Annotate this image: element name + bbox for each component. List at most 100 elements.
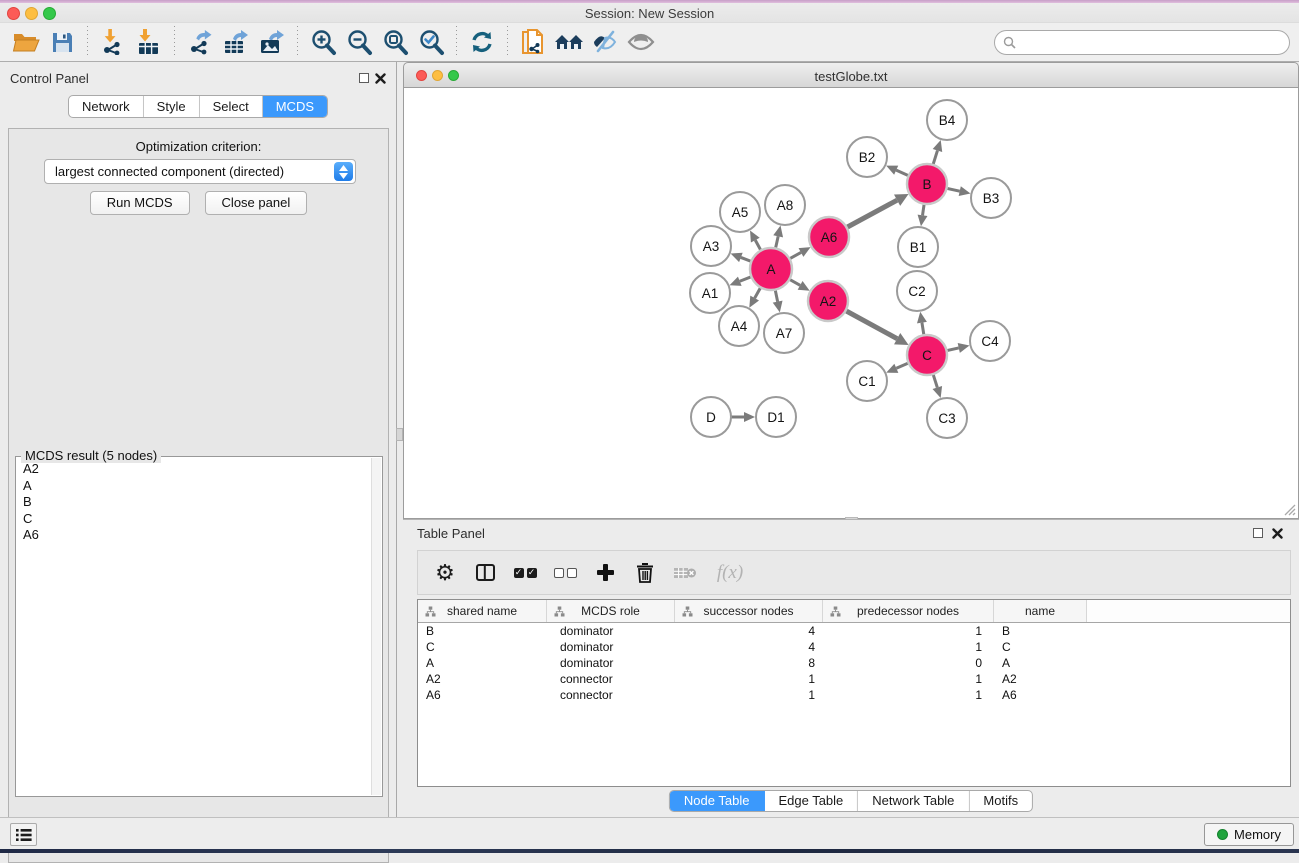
table-cell[interactable]: 1 xyxy=(675,671,823,687)
tab-edge-table[interactable]: Edge Table xyxy=(764,791,858,811)
result-scrollbar[interactable] xyxy=(371,458,381,795)
table-cell[interactable]: A6 xyxy=(418,687,547,703)
export-network-button[interactable] xyxy=(182,25,218,59)
table-cell[interactable]: 1 xyxy=(823,639,994,655)
mcds-result-item[interactable]: A2 xyxy=(18,461,370,478)
import-table-button[interactable] xyxy=(131,25,167,59)
column-header-successor-nodes[interactable]: successor nodes xyxy=(675,600,823,622)
show-columns-button[interactable] xyxy=(473,561,497,585)
criterion-dropdown[interactable]: largest connected component (directed) xyxy=(44,159,356,184)
table-cell[interactable]: C xyxy=(418,639,547,655)
table-row[interactable]: Cdominator41C xyxy=(418,639,1290,655)
table-cell[interactable]: 1 xyxy=(675,687,823,703)
network-canvas[interactable]: B4B2BB3A5A8A6B1A3AC2A1A2A4A7C4CC1C3DD1 xyxy=(403,88,1299,519)
table-cell[interactable]: 1 xyxy=(823,671,994,687)
graph-node-A7[interactable]: A7 xyxy=(764,313,804,353)
deselect-all-button[interactable] xyxy=(553,561,577,585)
graph-node-A6[interactable]: A6 xyxy=(809,217,849,257)
select-all-button[interactable]: ✓✓ xyxy=(513,561,537,585)
vertical-splitter-handle[interactable] xyxy=(396,428,403,441)
table-cell[interactable]: C xyxy=(994,639,1087,655)
table-cell[interactable]: 8 xyxy=(675,655,823,671)
column-header-name[interactable]: name xyxy=(994,600,1087,622)
mcds-result-item[interactable]: B xyxy=(18,494,370,511)
graph-node-D1[interactable]: D1 xyxy=(756,397,796,437)
table-cell[interactable]: A2 xyxy=(994,671,1087,687)
table-cell[interactable]: B xyxy=(994,623,1087,639)
table-row[interactable]: Adominator80A xyxy=(418,655,1290,671)
mcds-result-item[interactable]: A xyxy=(18,478,370,495)
float-panel-icon[interactable] xyxy=(359,73,369,83)
hide-graphics-details-button[interactable] xyxy=(587,25,623,59)
open-session-button[interactable] xyxy=(8,25,44,59)
graph-node-C[interactable]: C xyxy=(907,335,947,375)
table-settings-button[interactable]: ⚙ xyxy=(433,561,457,585)
close-panel-button[interactable]: Close panel xyxy=(205,191,308,215)
table-cell[interactable]: A xyxy=(418,655,547,671)
graph-node-A[interactable]: A xyxy=(750,248,792,290)
column-header-shared-name[interactable]: shared name xyxy=(418,600,547,622)
zoom-fit-button[interactable] xyxy=(377,25,413,59)
table-cell[interactable]: dominator xyxy=(547,639,675,655)
home-layout-button[interactable] xyxy=(551,25,587,59)
column-header-predecessor-nodes[interactable]: predecessor nodes xyxy=(823,600,994,622)
graph-node-A2[interactable]: A2 xyxy=(808,281,848,321)
graph-node-D[interactable]: D xyxy=(691,397,731,437)
refresh-button[interactable] xyxy=(464,25,500,59)
table-cell[interactable]: dominator xyxy=(547,655,675,671)
add-column-button[interactable] xyxy=(593,561,617,585)
graph-node-B[interactable]: B xyxy=(907,164,947,204)
table-cell[interactable]: connector xyxy=(547,687,675,703)
table-cell[interactable]: 1 xyxy=(823,623,994,639)
tab-mcds[interactable]: MCDS xyxy=(263,96,327,117)
import-network-button[interactable] xyxy=(95,25,131,59)
zoom-in-button[interactable] xyxy=(305,25,341,59)
graph-node-B3[interactable]: B3 xyxy=(971,178,1011,218)
zoom-out-button[interactable] xyxy=(341,25,377,59)
delete-column-button[interactable] xyxy=(633,561,657,585)
table-cell[interactable]: 4 xyxy=(675,639,823,655)
column-header-mcds-role[interactable]: MCDS role xyxy=(547,600,675,622)
table-row[interactable]: A6connector11A6 xyxy=(418,687,1290,703)
tab-style[interactable]: Style xyxy=(144,96,200,117)
export-table-button[interactable] xyxy=(218,25,254,59)
graph-node-A1[interactable]: A1 xyxy=(690,273,730,313)
table-cell[interactable]: B xyxy=(418,623,547,639)
close-panel-icon[interactable] xyxy=(375,73,386,84)
tab-network-table[interactable]: Network Table xyxy=(858,791,969,811)
clone-network-button[interactable] xyxy=(515,25,551,59)
graph-node-C3[interactable]: C3 xyxy=(927,398,967,438)
table-close-panel-icon[interactable] xyxy=(1272,528,1283,539)
birds-eye-view-button[interactable] xyxy=(623,25,659,59)
table-cell[interactable]: 0 xyxy=(823,655,994,671)
save-session-button[interactable] xyxy=(44,25,80,59)
table-cell[interactable]: dominator xyxy=(547,623,675,639)
table-cell[interactable]: A2 xyxy=(418,671,547,687)
table-cell[interactable]: 4 xyxy=(675,623,823,639)
tab-network[interactable]: Network xyxy=(69,96,144,117)
task-history-button[interactable] xyxy=(10,823,37,846)
mcds-result-item[interactable]: C xyxy=(18,511,370,528)
search-input[interactable] xyxy=(1020,34,1289,52)
network-window-titlebar[interactable]: testGlobe.txt xyxy=(403,62,1299,88)
graph-node-A3[interactable]: A3 xyxy=(691,226,731,266)
tab-motifs[interactable]: Motifs xyxy=(969,791,1032,811)
tab-node-table[interactable]: Node Table xyxy=(670,791,765,811)
run-mcds-button[interactable]: Run MCDS xyxy=(90,191,190,215)
table-float-panel-icon[interactable] xyxy=(1253,528,1263,538)
table-cell[interactable]: 1 xyxy=(823,687,994,703)
graph-node-B1[interactable]: B1 xyxy=(898,227,938,267)
graph-node-A4[interactable]: A4 xyxy=(719,306,759,346)
graph-node-C2[interactable]: C2 xyxy=(897,271,937,311)
zoom-selected-button[interactable] xyxy=(413,25,449,59)
mcds-result-item[interactable]: A6 xyxy=(18,527,370,544)
table-cell[interactable]: A xyxy=(994,655,1087,671)
table-row[interactable]: A2connector11A2 xyxy=(418,671,1290,687)
memory-button[interactable]: Memory xyxy=(1204,823,1294,846)
graph-node-B2[interactable]: B2 xyxy=(847,137,887,177)
graph-node-C1[interactable]: C1 xyxy=(847,361,887,401)
graph-node-B4[interactable]: B4 xyxy=(927,100,967,140)
graph-node-A5[interactable]: A5 xyxy=(720,192,760,232)
export-image-button[interactable] xyxy=(254,25,290,59)
resize-grip-icon[interactable] xyxy=(1283,503,1296,516)
